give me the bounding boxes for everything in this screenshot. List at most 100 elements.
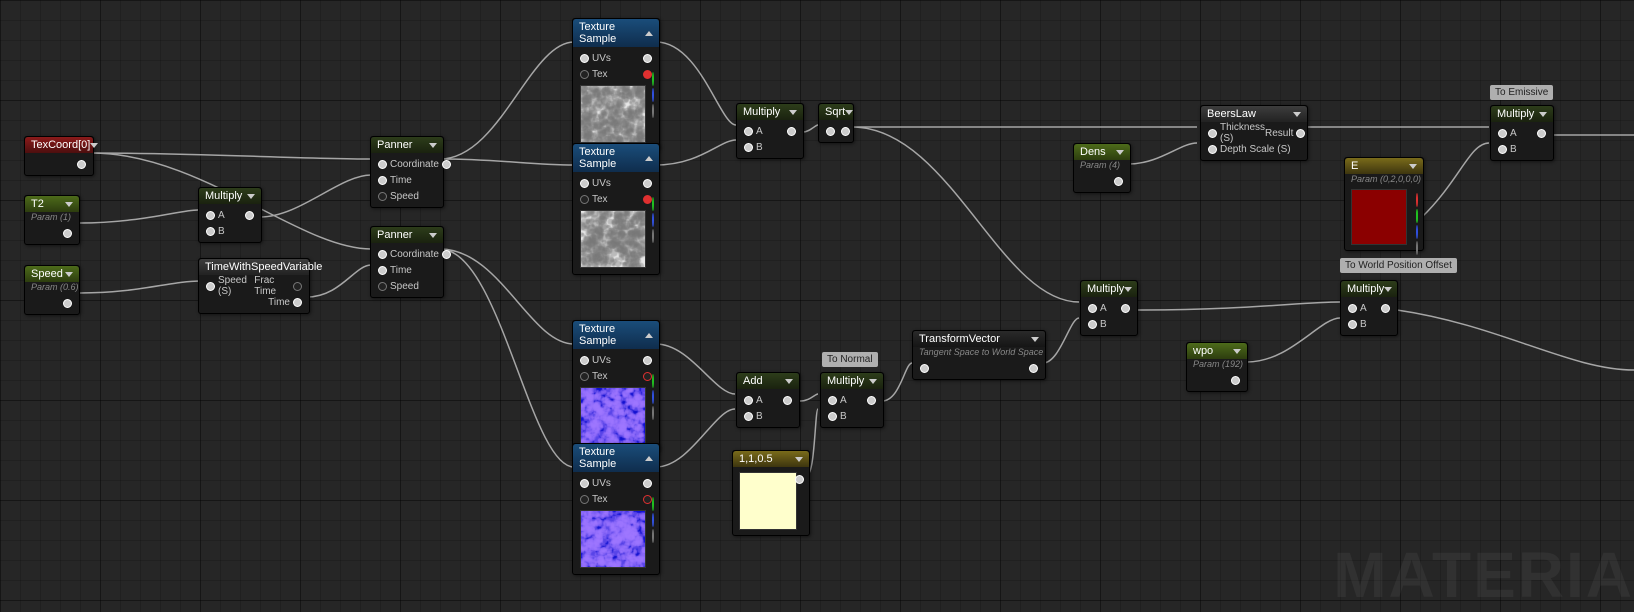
- input-pin-b[interactable]: [1348, 320, 1357, 329]
- node-e-param[interactable]: E Param (0,2,0,0,0): [1344, 157, 1424, 251]
- comment-to-emissive[interactable]: To Emissive: [1490, 85, 1553, 100]
- node-multiply-6[interactable]: Multiply A B: [1340, 280, 1398, 336]
- output-pin-r[interactable]: [1416, 193, 1418, 207]
- output-pin-g[interactable]: [652, 374, 654, 388]
- comment-to-normal[interactable]: To Normal: [822, 352, 878, 367]
- node-speed-param[interactable]: Speed Param (0.6): [24, 265, 80, 315]
- input-pin[interactable]: [378, 266, 387, 275]
- output-pin[interactable]: [1537, 129, 1546, 138]
- input-pin[interactable]: [378, 160, 387, 169]
- input-pin-a[interactable]: [744, 127, 753, 136]
- output-pin[interactable]: [643, 179, 652, 188]
- output-pin-a[interactable]: [652, 229, 654, 243]
- node-texture-sample-3[interactable]: Texture Sample UVs Tex: [572, 320, 660, 452]
- input-pin[interactable]: [378, 250, 387, 259]
- node-time-with-speed[interactable]: TimeWithSpeedVariable Speed (S)Frac Time…: [198, 258, 310, 314]
- node-multiply-5[interactable]: Multiply A B: [1080, 280, 1138, 336]
- node-texture-sample-4[interactable]: Texture Sample UVs Tex: [572, 443, 660, 575]
- input-pin-b[interactable]: [1498, 145, 1507, 154]
- node-transform-vector[interactable]: TransformVector Tangent Space to World S…: [912, 330, 1046, 380]
- output-pin[interactable]: [245, 211, 254, 220]
- output-pin[interactable]: [293, 298, 302, 307]
- output-pin[interactable]: [1381, 304, 1390, 313]
- input-pin[interactable]: [378, 176, 387, 185]
- output-pin[interactable]: [77, 160, 86, 169]
- node-sqrt[interactable]: Sqrt: [818, 103, 854, 143]
- output-pin-a[interactable]: [652, 104, 654, 118]
- node-texcoord[interactable]: TexCoord[0]: [24, 136, 94, 176]
- node-wpo-param[interactable]: wpo Param (192): [1186, 342, 1248, 392]
- output-pin-g[interactable]: [652, 197, 654, 211]
- output-pin-a[interactable]: [652, 529, 654, 543]
- output-pin-a[interactable]: [1416, 241, 1418, 255]
- output-pin[interactable]: [643, 356, 652, 365]
- output-pin[interactable]: [1029, 364, 1038, 373]
- node-panner-2[interactable]: Panner Coordinate Time Speed: [370, 226, 444, 298]
- output-pin[interactable]: [1231, 376, 1240, 385]
- node-t2-param[interactable]: T2 Param (1): [24, 195, 80, 245]
- input-pin[interactable]: [378, 192, 387, 201]
- input-pin-tex[interactable]: [580, 195, 589, 204]
- input-pin-tex[interactable]: [580, 70, 589, 79]
- input-pin-b[interactable]: [828, 412, 837, 421]
- output-pin[interactable]: [643, 479, 652, 488]
- node-multiply-4[interactable]: Multiply A B: [820, 372, 884, 428]
- input-pin[interactable]: [826, 127, 835, 136]
- output-pin[interactable]: [442, 250, 451, 259]
- input-pin-a[interactable]: [1348, 304, 1357, 313]
- output-pin-g[interactable]: [652, 497, 654, 511]
- input-pin-a[interactable]: [1088, 304, 1097, 313]
- output-pin[interactable]: [795, 475, 804, 484]
- input-pin-uvs[interactable]: [580, 479, 589, 488]
- node-multiply-3[interactable]: Multiply A B: [1490, 105, 1554, 161]
- input-pin[interactable]: [206, 282, 215, 291]
- output-pin[interactable]: [787, 127, 796, 136]
- output-pin[interactable]: [442, 160, 451, 169]
- input-pin-b[interactable]: [1088, 320, 1097, 329]
- comment-to-wpo[interactable]: To World Position Offset: [1340, 258, 1457, 273]
- input-pin-a[interactable]: [206, 211, 215, 220]
- output-pin[interactable]: [1114, 177, 1123, 186]
- input-pin-a[interactable]: [744, 396, 753, 405]
- output-pin-g[interactable]: [1416, 209, 1418, 223]
- output-pin-b[interactable]: [652, 390, 654, 404]
- input-pin-uvs[interactable]: [580, 54, 589, 63]
- output-pin[interactable]: [783, 396, 792, 405]
- input-pin[interactable]: [1208, 145, 1217, 154]
- output-pin-a[interactable]: [652, 406, 654, 420]
- node-dens-param[interactable]: Dens Param (4): [1073, 143, 1131, 193]
- node-texture-sample-2[interactable]: Texture Sample UVs Tex: [572, 143, 660, 275]
- input-pin-b[interactable]: [744, 412, 753, 421]
- input-pin-tex[interactable]: [580, 495, 589, 504]
- node-multiply-1[interactable]: Multiply A B: [198, 187, 262, 243]
- output-pin[interactable]: [643, 54, 652, 63]
- output-pin-b[interactable]: [652, 513, 654, 527]
- input-pin[interactable]: [378, 282, 387, 291]
- input-pin-uvs[interactable]: [580, 179, 589, 188]
- output-pin[interactable]: [63, 299, 72, 308]
- output-pin-b[interactable]: [652, 213, 654, 227]
- input-pin[interactable]: [1208, 129, 1217, 138]
- output-pin[interactable]: [293, 282, 302, 291]
- input-pin-uvs[interactable]: [580, 356, 589, 365]
- output-pin-b[interactable]: [1416, 225, 1418, 239]
- output-pin[interactable]: [867, 396, 876, 405]
- node-texture-sample-1[interactable]: Texture Sample UVs Tex: [572, 18, 660, 150]
- node-beerslaw[interactable]: BeersLaw Thickness (S)Result Depth Scale…: [1200, 105, 1308, 161]
- input-pin-b[interactable]: [206, 227, 215, 236]
- node-panner-1[interactable]: Panner Coordinate Time Speed: [370, 136, 444, 208]
- input-pin-b[interactable]: [744, 143, 753, 152]
- node-add[interactable]: Add A B: [736, 372, 800, 428]
- input-pin-a[interactable]: [828, 396, 837, 405]
- input-pin-a[interactable]: [1498, 129, 1507, 138]
- output-pin[interactable]: [841, 127, 850, 136]
- node-constant3[interactable]: 1,1,0.5: [732, 450, 810, 536]
- input-pin[interactable]: [920, 364, 929, 373]
- output-pin[interactable]: [1121, 304, 1130, 313]
- output-pin[interactable]: [1296, 129, 1305, 138]
- output-pin-g[interactable]: [652, 72, 654, 86]
- output-pin-b[interactable]: [652, 88, 654, 102]
- output-pin[interactable]: [63, 229, 72, 238]
- node-multiply-2[interactable]: Multiply A B: [736, 103, 804, 159]
- input-pin-tex[interactable]: [580, 372, 589, 381]
